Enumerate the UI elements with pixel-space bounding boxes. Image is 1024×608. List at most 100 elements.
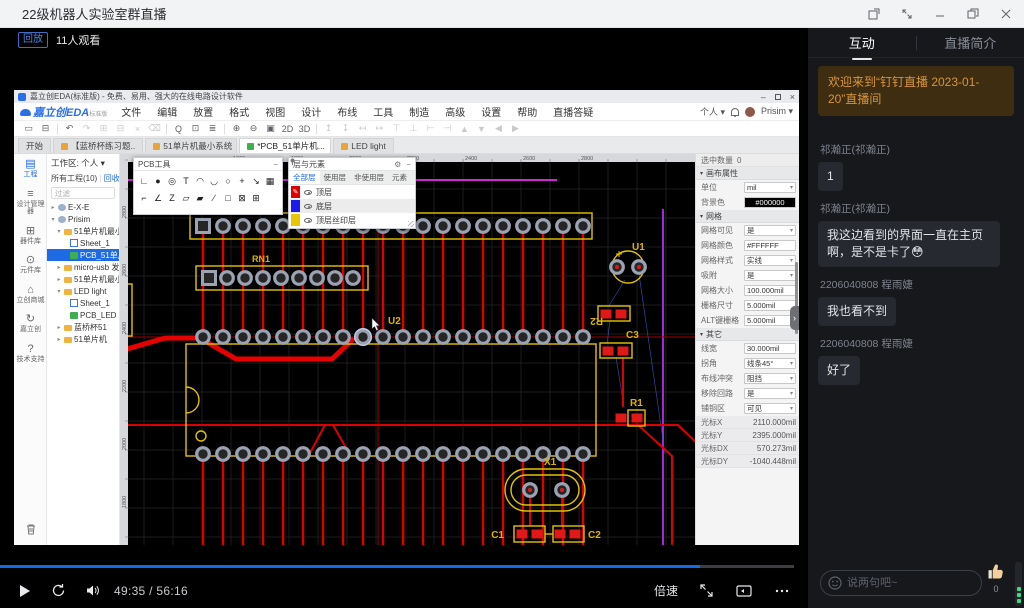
rail-project[interactable]: ▤工程	[14, 154, 47, 184]
distribute-v-icon[interactable]: ⊥	[405, 123, 422, 134]
tree-item-9[interactable]: PCB_LED lig..	[47, 309, 119, 321]
layer-row-2[interactable]: 顶层丝印层	[289, 213, 415, 227]
layer-tab-2[interactable]: 非使用层	[350, 171, 388, 184]
move-down-icon[interactable]: ▼	[473, 124, 490, 134]
tree-item-8[interactable]: Sheet_1	[47, 297, 119, 309]
new-icon[interactable]: ▭	[20, 123, 37, 134]
prop-select[interactable]: 是▾	[744, 388, 796, 399]
menu-item-2[interactable]: 放置	[185, 104, 221, 119]
arc-tool-icon[interactable]: ◠	[193, 174, 207, 188]
align-center-v-icon[interactable]: ⊣	[439, 123, 456, 134]
menu-item-5[interactable]: 设计	[293, 104, 329, 119]
video-frame[interactable]: 嘉立创EDA(标准版) - 免费、易用、强大的在线电路设计软件 – × 嘉立创E…	[14, 90, 799, 545]
dimension-tool-icon[interactable]: ↘	[249, 174, 263, 188]
align-right-icon[interactable]: ↦	[371, 123, 388, 134]
project-filter-input[interactable]: 过滤	[51, 187, 115, 199]
resize-handle[interactable]	[408, 221, 414, 227]
menu-item-3[interactable]: 格式	[221, 104, 257, 119]
prop-select[interactable]: 线条45°▾	[744, 358, 796, 369]
menu-item-12[interactable]: 直播答疑	[545, 104, 601, 119]
doc-tab-3[interactable]: *PCB_51单片机...	[239, 138, 331, 153]
view-2d-button[interactable]: 2D	[279, 124, 296, 134]
paste-icon[interactable]: ⊟	[112, 123, 129, 134]
pan-tool-icon[interactable]: +	[235, 174, 249, 188]
cut-icon[interactable]: ×	[129, 124, 146, 134]
fit-view-icon[interactable]: ▣	[262, 123, 279, 134]
prop-select[interactable]: mil▾	[744, 182, 796, 193]
props-section-header[interactable]: ▾网格	[696, 210, 799, 223]
menu-item-0[interactable]: 文件	[113, 104, 149, 119]
like-button[interactable]: 0	[986, 561, 1006, 594]
eda-minimize-icon[interactable]: –	[761, 92, 766, 102]
polygon-tool-icon[interactable]: ▱	[179, 191, 193, 205]
rail-device-lib[interactable]: ⊞器件库	[14, 221, 47, 251]
text-tool-icon[interactable]: T	[179, 174, 193, 188]
tree-item-1[interactable]: ▾Prisim	[47, 213, 119, 225]
align-left-icon[interactable]: ↤	[354, 123, 371, 134]
angle-tool-icon[interactable]: ∠	[151, 191, 165, 205]
layer-row-0[interactable]: ✎顶层	[289, 185, 415, 199]
chat-input[interactable]	[820, 570, 982, 596]
panel-collapse-chevron[interactable]: ›	[790, 306, 799, 330]
rail-support[interactable]: ?技术支持	[14, 339, 47, 369]
more-button[interactable]	[772, 581, 792, 601]
tab-live-intro[interactable]: 直播简介	[917, 33, 1024, 52]
undo-icon[interactable]: ↶	[61, 123, 78, 134]
tab-interaction[interactable]: 互动	[808, 33, 916, 52]
prop-input[interactable]: #FFFFFF	[744, 240, 796, 251]
open-icon[interactable]: ⊟	[37, 123, 54, 134]
user-avatar[interactable]	[745, 107, 755, 117]
tree-item-3[interactable]: Sheet_1	[47, 237, 119, 249]
menu-item-4[interactable]: 视图	[257, 104, 293, 119]
menu-item-10[interactable]: 设置	[473, 104, 509, 119]
recycle-link[interactable]: 回收站	[104, 174, 120, 183]
prop-select[interactable]: 阻挡▾	[744, 373, 796, 384]
find-similar-icon[interactable]: ⊡	[187, 123, 204, 134]
all-projects-link[interactable]: 所有工程(10)	[51, 174, 97, 183]
props-section-header[interactable]: ▾其它	[696, 328, 799, 341]
measure-tool-icon[interactable]: ∕	[207, 191, 221, 205]
prop-select[interactable]: 是▾	[744, 270, 796, 281]
progress-bar[interactable]	[0, 565, 794, 568]
distribute-h-icon[interactable]: ⊤	[388, 123, 405, 134]
tree-item-6[interactable]: ▸51单片机最小..	[47, 273, 119, 285]
emoji-icon[interactable]	[828, 576, 842, 595]
eda-restore-icon[interactable]	[775, 94, 781, 100]
rail-lcsc-mall[interactable]: ⌂立创商城	[14, 280, 47, 310]
tree-item-7[interactable]: ▾LED light	[47, 285, 119, 297]
volume-button[interactable]	[82, 581, 102, 601]
eye-icon[interactable]	[304, 218, 312, 223]
zoom-in-icon[interactable]: ⊕	[228, 123, 245, 134]
menu-item-6[interactable]: 布线	[329, 104, 365, 119]
pip-button[interactable]	[734, 581, 754, 601]
panelize-tool-icon[interactable]: ⊞	[249, 191, 263, 205]
rail-component-lib[interactable]: ⊙元件库	[14, 250, 47, 280]
close-icon[interactable]	[998, 6, 1014, 22]
minimize-icon[interactable]	[932, 6, 948, 22]
rect-tool-icon[interactable]: □	[221, 191, 235, 205]
layer-tab-0[interactable]: 全部层	[289, 171, 320, 184]
doc-tab-1[interactable]: 【蓝桥杯练习题..	[53, 138, 143, 153]
fullscreen-button[interactable]	[696, 581, 716, 601]
popup-window-icon[interactable]	[866, 6, 882, 22]
prop-select[interactable]: 是▾	[744, 225, 796, 236]
image-tool-icon[interactable]: ▦	[263, 174, 277, 188]
copy-icon[interactable]: ⊞	[95, 123, 112, 134]
copper-area-tool-icon[interactable]: ▰	[193, 191, 207, 205]
eye-icon[interactable]	[304, 190, 312, 195]
tree-item-2[interactable]: ▾51单片机最小..	[47, 225, 119, 237]
view-3d-button[interactable]: 3D	[296, 124, 313, 134]
workspace-selector[interactable]: 工作区: 个人 ▾	[47, 154, 119, 172]
menu-item-1[interactable]: 编辑	[149, 104, 185, 119]
prop-select[interactable]: 实线▾	[744, 255, 796, 266]
prop-input[interactable]: 5.000mil	[744, 315, 796, 326]
rail-jlc[interactable]: ↻嘉立创	[14, 309, 47, 339]
username-dropdown[interactable]: Prisim ▾	[761, 106, 793, 117]
delete-icon[interactable]: ⌫	[146, 123, 163, 134]
search-icon[interactable]: Q	[170, 124, 187, 134]
zoom-out-icon[interactable]: ⊖	[245, 123, 262, 134]
zigzag-tool-icon[interactable]: Z	[165, 191, 179, 205]
fill-tool-icon[interactable]: ●	[151, 174, 165, 188]
expand-icon[interactable]	[899, 6, 915, 22]
play-button[interactable]	[14, 581, 34, 601]
